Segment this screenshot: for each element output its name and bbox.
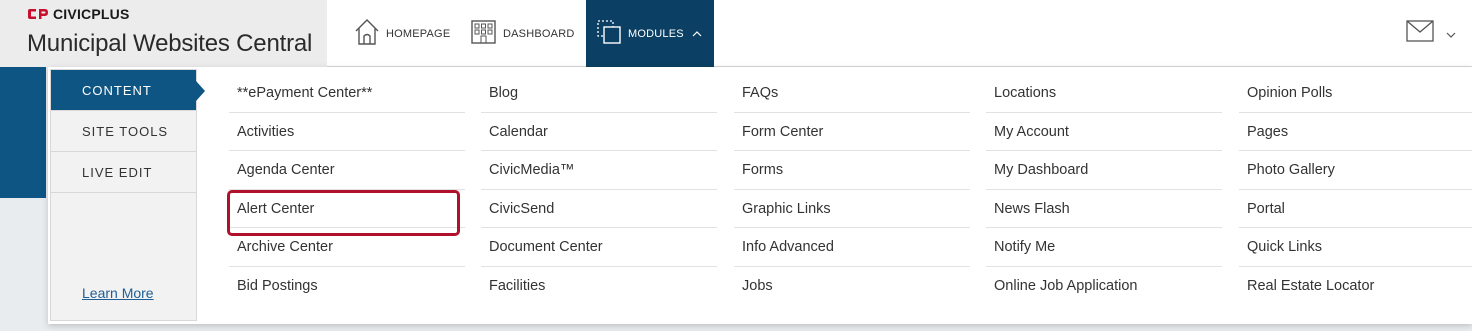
top-bar: CIVICPLUS Municipal Websites Central HOM…	[0, 0, 1472, 67]
module-link[interactable]: Document Center	[481, 228, 717, 267]
module-link[interactable]: Blog	[481, 74, 717, 113]
module-link[interactable]: Quick Links	[1239, 228, 1472, 267]
background-stripe	[0, 67, 46, 198]
module-link[interactable]: Real Estate Locator	[1239, 267, 1472, 306]
sidebar-item-label: CONTENT	[82, 82, 152, 98]
module-link[interactable]: Calendar	[481, 113, 717, 152]
module-link[interactable]: Form Center	[734, 113, 970, 152]
module-link[interactable]: **ePayment Center**	[229, 74, 465, 113]
modules-column-4: Locations My Account My Dashboard News F…	[986, 74, 1222, 306]
module-link[interactable]: Forms	[734, 151, 970, 190]
module-link[interactable]: Portal	[1239, 190, 1472, 229]
module-link[interactable]: Activities	[229, 113, 465, 152]
envelope-icon[interactable]	[1406, 20, 1434, 47]
module-link[interactable]: Jobs	[734, 267, 970, 306]
sidebar-item-label: SITE TOOLS	[82, 123, 169, 139]
nav-modules-label: MODULES	[628, 27, 684, 40]
module-link[interactable]: News Flash	[986, 190, 1222, 229]
modules-column-1: **ePayment Center** Activities Agenda Ce…	[227, 74, 465, 306]
module-link[interactable]: FAQs	[734, 74, 970, 113]
sidebar-item-content[interactable]: CONTENT	[51, 70, 205, 111]
module-link[interactable]: CivicMedia™	[481, 151, 717, 190]
module-link[interactable]: Graphic Links	[734, 190, 970, 229]
nav-homepage-label: HOMEPAGE	[386, 27, 451, 40]
module-link[interactable]: My Dashboard	[986, 151, 1222, 190]
module-link[interactable]: Pages	[1239, 113, 1472, 152]
sidebar-item-site-tools[interactable]: SITE TOOLS	[51, 111, 196, 152]
brand-area[interactable]: CIVICPLUS Municipal Websites Central	[0, 0, 327, 67]
modules-column-2: Blog Calendar CivicMedia™ CivicSend Docu…	[481, 74, 717, 306]
chevron-down-icon[interactable]	[1446, 26, 1456, 44]
building-icon	[470, 19, 497, 48]
nav-modules[interactable]: MODULES	[586, 0, 714, 67]
module-link[interactable]: Info Advanced	[734, 228, 970, 267]
module-link[interactable]: CivicSend	[481, 190, 717, 229]
module-link[interactable]: Photo Gallery	[1239, 151, 1472, 190]
house-icon	[354, 18, 380, 49]
module-link[interactable]: Notify Me	[986, 228, 1222, 267]
module-link[interactable]: Facilities	[481, 267, 717, 306]
nav-homepage[interactable]: HOMEPAGE	[354, 0, 450, 67]
modules-column-3: FAQs Form Center Forms Graphic Links Inf…	[734, 74, 970, 306]
modules-icon	[596, 19, 622, 48]
module-link[interactable]: Agenda Center	[229, 151, 465, 190]
nav-dashboard-label: DASHBOARD	[503, 27, 575, 40]
module-link[interactable]: Archive Center	[229, 228, 465, 267]
sidebar-item-label: LIVE EDIT	[82, 164, 153, 180]
civicplus-logo: CIVICPLUS	[27, 6, 129, 22]
site-title: Municipal Websites Central	[27, 30, 313, 57]
learn-more-link[interactable]: Learn More	[82, 285, 154, 301]
active-arrow-icon	[196, 81, 205, 101]
nav-dashboard[interactable]: DASHBOARD	[470, 0, 574, 67]
modules-column-5: Opinion Polls Pages Photo Gallery Portal…	[1239, 74, 1472, 306]
module-link[interactable]: Bid Postings	[229, 267, 465, 306]
brand-name: CIVICPLUS	[53, 6, 130, 22]
chevron-up-icon	[692, 28, 702, 40]
module-link[interactable]: Opinion Polls	[1239, 74, 1472, 113]
module-link[interactable]: Online Job Application	[986, 267, 1222, 306]
civicplus-logo-icon	[28, 9, 48, 19]
module-link-alert-center[interactable]: Alert Center	[227, 189, 465, 236]
sidebar-item-live-edit[interactable]: LIVE EDIT	[51, 152, 196, 193]
module-link[interactable]: Locations	[986, 74, 1222, 113]
menu-sidebar: CONTENT SITE TOOLS LIVE EDIT Learn More	[50, 69, 205, 321]
modules-mega-menu: CONTENT SITE TOOLS LIVE EDIT Learn More …	[48, 67, 1472, 324]
module-link[interactable]: My Account	[986, 113, 1222, 152]
